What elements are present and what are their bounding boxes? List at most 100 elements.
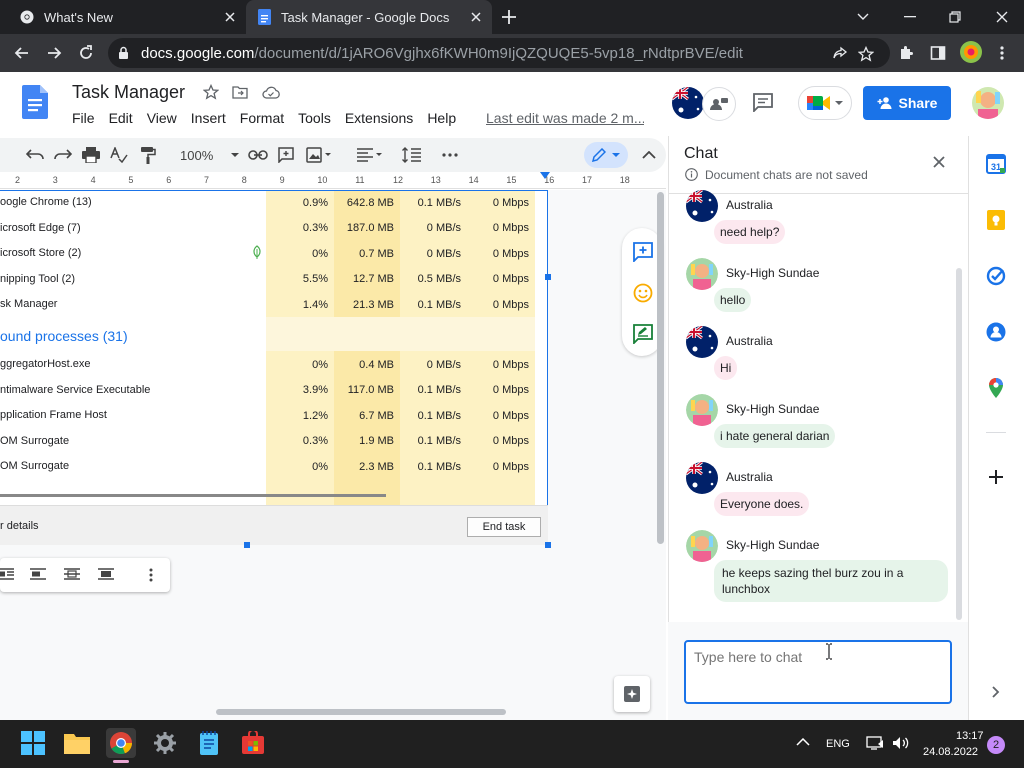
break-text-icon[interactable] [30, 568, 46, 580]
menu-help[interactable]: Help [427, 110, 456, 126]
chat-scrollbar[interactable] [956, 268, 962, 620]
chat-title: Chat [684, 145, 718, 162]
new-tab-icon[interactable] [500, 8, 518, 26]
in-front-of-text-icon[interactable] [98, 568, 114, 580]
ruler[interactable]: 2 3 4 5 6 7 8 9 10 11 12 13 14 15 16 17 18 [0, 172, 666, 189]
last-edit-link[interactable]: Last edit was made 2 m... [486, 110, 644, 126]
redo-icon[interactable] [54, 146, 72, 164]
restore-icon[interactable] [945, 7, 965, 27]
get-add-ons-plus-icon[interactable] [985, 466, 1007, 488]
insert-image-icon[interactable] [306, 146, 332, 164]
close-tab-icon[interactable] [468, 9, 484, 25]
notepad-icon[interactable] [194, 728, 224, 758]
chrome-taskbar-icon[interactable] [106, 728, 136, 758]
paint-format-icon[interactable] [140, 146, 156, 164]
side-panel-icon[interactable] [928, 43, 948, 63]
explore-button[interactable] [614, 676, 650, 712]
more-image-options-icon[interactable] [149, 568, 153, 582]
undo-icon[interactable] [26, 146, 44, 164]
share-page-icon[interactable] [830, 44, 850, 64]
maps-icon[interactable] [985, 377, 1007, 399]
menu-view[interactable]: View [147, 110, 177, 126]
more-options-icon[interactable] [442, 146, 458, 164]
align-icon[interactable] [356, 146, 382, 164]
menu-extensions[interactable]: Extensions [345, 110, 413, 126]
resize-handle-right[interactable] [545, 274, 551, 280]
menu-format[interactable]: Format [240, 110, 284, 126]
behind-text-icon[interactable] [64, 568, 80, 580]
menu-edit[interactable]: Edit [109, 110, 133, 126]
cpu-value: 0% [312, 247, 328, 260]
chrome-menu-icon[interactable] [992, 43, 1012, 63]
resize-handle-bottom[interactable] [244, 542, 250, 548]
menu-tools[interactable]: Tools [298, 110, 331, 126]
tab-search-icon[interactable] [853, 7, 873, 27]
back-icon[interactable] [12, 43, 32, 63]
comment-history-icon[interactable] [752, 92, 774, 112]
network-icon[interactable] [866, 736, 884, 750]
menu-insert[interactable]: Insert [191, 110, 226, 126]
emoji-reaction-icon[interactable] [633, 283, 653, 303]
notification-badge[interactable]: 2 [987, 736, 1005, 754]
show-hidden-icons-chevron-icon[interactable] [796, 738, 810, 746]
collapse-menus-icon[interactable] [642, 146, 656, 164]
docs-logo-icon[interactable] [22, 85, 48, 119]
move-folder-icon[interactable] [232, 85, 248, 99]
chat-bubble: hello [714, 288, 752, 312]
close-tab-icon[interactable] [222, 9, 238, 25]
ruler-tick-label: 8 [241, 175, 247, 185]
chat-input[interactable] [684, 640, 952, 704]
tab-whats-new[interactable]: What's New [0, 0, 246, 34]
close-chat-icon[interactable] [932, 155, 946, 169]
document-title[interactable]: Task Manager [72, 82, 185, 103]
file-explorer-icon[interactable] [62, 728, 92, 758]
bookmark-star-icon[interactable] [856, 44, 876, 64]
australia-viewer-avatar[interactable] [672, 87, 704, 119]
add-comment-icon[interactable] [278, 146, 294, 164]
star-icon[interactable] [203, 84, 219, 100]
editing-mode-button[interactable] [584, 142, 628, 168]
volume-icon[interactable] [892, 736, 910, 750]
close-window-icon[interactable] [992, 7, 1012, 27]
resize-handle-corner[interactable] [545, 542, 551, 548]
forward-icon[interactable] [44, 43, 64, 63]
wrap-text-icon[interactable] [0, 568, 14, 580]
expand-side-panel-icon[interactable] [985, 681, 1007, 703]
minimize-icon[interactable] [900, 7, 920, 27]
show-chat-icon[interactable] [702, 87, 736, 121]
menu-file[interactable]: File [72, 110, 95, 126]
contacts-icon[interactable] [985, 321, 1007, 343]
settings-gear-icon[interactable] [150, 728, 180, 758]
sky-high-sundae-avatar [686, 394, 718, 426]
calendar-icon[interactable]: 31 [985, 153, 1007, 175]
add-comment-icon[interactable] [633, 242, 653, 262]
meet-button[interactable] [798, 86, 852, 120]
account-avatar[interactable] [972, 87, 1004, 119]
print-icon[interactable] [82, 146, 100, 164]
document-scrollbar-thumb[interactable] [657, 192, 664, 544]
tab-task-manager-docs[interactable]: Task Manager - Google Docs [246, 0, 492, 34]
insert-link-icon[interactable] [248, 146, 268, 164]
omnibox[interactable]: docs.google.com/document/d/1jARO6Vgjhx6f… [108, 38, 890, 68]
tasks-icon[interactable] [985, 265, 1007, 287]
zoom-select[interactable]: 100% [180, 146, 240, 164]
ruler-tick-label: 9 [279, 175, 285, 185]
line-spacing-icon[interactable] [402, 146, 422, 164]
suggest-edits-icon[interactable] [633, 324, 653, 344]
reload-icon[interactable] [76, 43, 96, 63]
share-button[interactable]: Share [863, 86, 951, 120]
profile-avatar-icon[interactable] [960, 41, 982, 63]
extensions-puzzle-icon[interactable] [896, 43, 916, 63]
clock-date[interactable]: 24.08.2022 [923, 746, 978, 758]
keep-icon[interactable] [985, 209, 1007, 231]
right-indent-marker-icon[interactable] [540, 172, 550, 180]
image-options-toolbar [0, 558, 170, 592]
spellcheck-icon[interactable] [110, 146, 128, 164]
cloud-saved-icon[interactable] [262, 86, 280, 99]
disk-value: 0.5 MB/s [417, 273, 461, 285]
microsoft-store-icon[interactable] [238, 728, 268, 758]
language-indicator[interactable]: ENG [826, 738, 850, 750]
document-horizontal-scrollbar[interactable] [216, 709, 506, 715]
clock-time[interactable]: 13:17 [956, 730, 984, 742]
windows-start-icon[interactable] [18, 728, 48, 758]
